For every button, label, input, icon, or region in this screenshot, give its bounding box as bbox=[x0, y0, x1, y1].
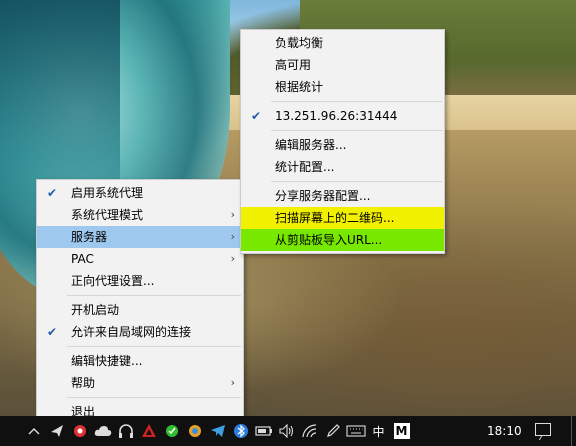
menu-separator bbox=[67, 295, 241, 296]
menu-item-label: 系统代理模式 bbox=[71, 208, 144, 222]
ime-indicator[interactable]: 中 bbox=[367, 416, 390, 446]
menu-item-label: 启用系统代理 bbox=[71, 186, 144, 200]
menu-item-label: 统计配置... bbox=[275, 160, 335, 174]
bluetooth-icon[interactable] bbox=[229, 416, 252, 446]
volume-icon[interactable] bbox=[275, 416, 298, 446]
menu-separator bbox=[271, 130, 442, 131]
menu-item-label: 负载均衡 bbox=[275, 36, 324, 50]
menu-separator bbox=[67, 346, 241, 347]
menu-item-start-on-boot[interactable]: 开机启动 bbox=[37, 299, 243, 321]
checkmark-icon: ✔ bbox=[46, 325, 58, 339]
keyboard-icon[interactable] bbox=[344, 416, 367, 446]
menu-item-high-availability[interactable]: 高可用 bbox=[241, 54, 444, 76]
menu-item-scan-qr-code[interactable]: 扫描屏幕上的二维码... bbox=[241, 207, 444, 229]
show-desktop-button[interactable] bbox=[571, 416, 576, 446]
green-app-icon[interactable] bbox=[160, 416, 183, 446]
menu-item-label: 分享服务器配置... bbox=[275, 189, 371, 203]
chevron-right-icon: › bbox=[230, 252, 235, 265]
chevron-right-icon: › bbox=[230, 230, 235, 243]
menu-item-import-url-from-clipboard[interactable]: 从剪贴板导入URL... bbox=[241, 229, 444, 251]
menu-item-statistics-config[interactable]: 统计配置... bbox=[241, 156, 444, 178]
chevron-up-icon[interactable] bbox=[22, 416, 45, 446]
menu-item-label: 根据统计 bbox=[275, 80, 324, 94]
menu-item-servers[interactable]: 服务器 › bbox=[37, 226, 243, 248]
system-tray: 中 M bbox=[22, 416, 413, 446]
menu-item-pac[interactable]: PAC › bbox=[37, 248, 243, 270]
telegram-icon[interactable] bbox=[206, 416, 229, 446]
red-app-icon[interactable] bbox=[68, 416, 91, 446]
m-app-label: M bbox=[393, 423, 410, 439]
menu-item-label: 编辑快捷键... bbox=[71, 354, 143, 368]
menu-item-allow-lan[interactable]: ✔ 允许来自局域网的连接 bbox=[37, 321, 243, 343]
menu-separator bbox=[271, 181, 442, 182]
menu-item-label: 允许来自局域网的连接 bbox=[71, 325, 192, 339]
m-app-icon[interactable]: M bbox=[390, 416, 413, 446]
menu-item-label: 13.251.96.26:31444 bbox=[275, 109, 398, 123]
chevron-right-icon: › bbox=[230, 208, 235, 221]
menu-item-label: 编辑服务器... bbox=[275, 138, 347, 152]
headphones-icon[interactable] bbox=[114, 416, 137, 446]
shadowsocks-icon[interactable] bbox=[45, 416, 68, 446]
menu-item-edit-hotkeys[interactable]: 编辑快捷键... bbox=[37, 350, 243, 372]
menu-item-edit-servers[interactable]: 编辑服务器... bbox=[241, 134, 444, 156]
checkmark-icon: ✔ bbox=[46, 186, 58, 200]
taskbar: 中 M 18:10 bbox=[0, 416, 576, 446]
checkmark-icon: ✔ bbox=[250, 109, 262, 123]
wifi-icon[interactable] bbox=[298, 416, 321, 446]
menu-item-label: 扫描屏幕上的二维码... bbox=[275, 211, 395, 225]
menu-item-load-balance[interactable]: 负载均衡 bbox=[241, 32, 444, 54]
menu-separator bbox=[67, 397, 241, 398]
menu-item-by-statistics[interactable]: 根据统计 bbox=[241, 76, 444, 98]
servers-submenu: 负载均衡 高可用 根据统计 ✔ 13.251.96.26:31444 编辑服务器… bbox=[240, 29, 445, 254]
menu-item-label: PAC bbox=[71, 252, 94, 266]
orange-app-icon[interactable] bbox=[183, 416, 206, 446]
menu-item-label: 从剪贴板导入URL... bbox=[275, 233, 383, 247]
menu-item-label: 高可用 bbox=[275, 58, 312, 72]
chevron-right-icon: › bbox=[230, 376, 235, 389]
menu-item-label: 开机启动 bbox=[71, 303, 120, 317]
tray-context-menu: ✔ 启用系统代理 系统代理模式 › 服务器 › PAC › 正向代理设置... … bbox=[36, 179, 244, 426]
menu-item-label: 帮助 bbox=[71, 376, 96, 390]
red-triangle-app-icon[interactable] bbox=[137, 416, 160, 446]
clock[interactable]: 18:10 bbox=[487, 416, 522, 446]
cloud-icon[interactable] bbox=[91, 416, 114, 446]
notification-center-icon[interactable] bbox=[535, 423, 551, 436]
menu-item-label: 正向代理设置... bbox=[71, 274, 155, 288]
menu-item-forward-proxy[interactable]: 正向代理设置... bbox=[37, 270, 243, 292]
battery-icon[interactable] bbox=[252, 416, 275, 446]
menu-item-system-proxy-mode[interactable]: 系统代理模式 › bbox=[37, 204, 243, 226]
pen-icon[interactable] bbox=[321, 416, 344, 446]
menu-item-server-entry[interactable]: ✔ 13.251.96.26:31444 bbox=[241, 105, 444, 127]
menu-item-help[interactable]: 帮助 › bbox=[37, 372, 243, 394]
menu-separator bbox=[271, 101, 442, 102]
menu-item-label: 服务器 bbox=[71, 230, 108, 244]
menu-item-enable-system-proxy[interactable]: ✔ 启用系统代理 bbox=[37, 182, 243, 204]
menu-item-share-server-config[interactable]: 分享服务器配置... bbox=[241, 185, 444, 207]
